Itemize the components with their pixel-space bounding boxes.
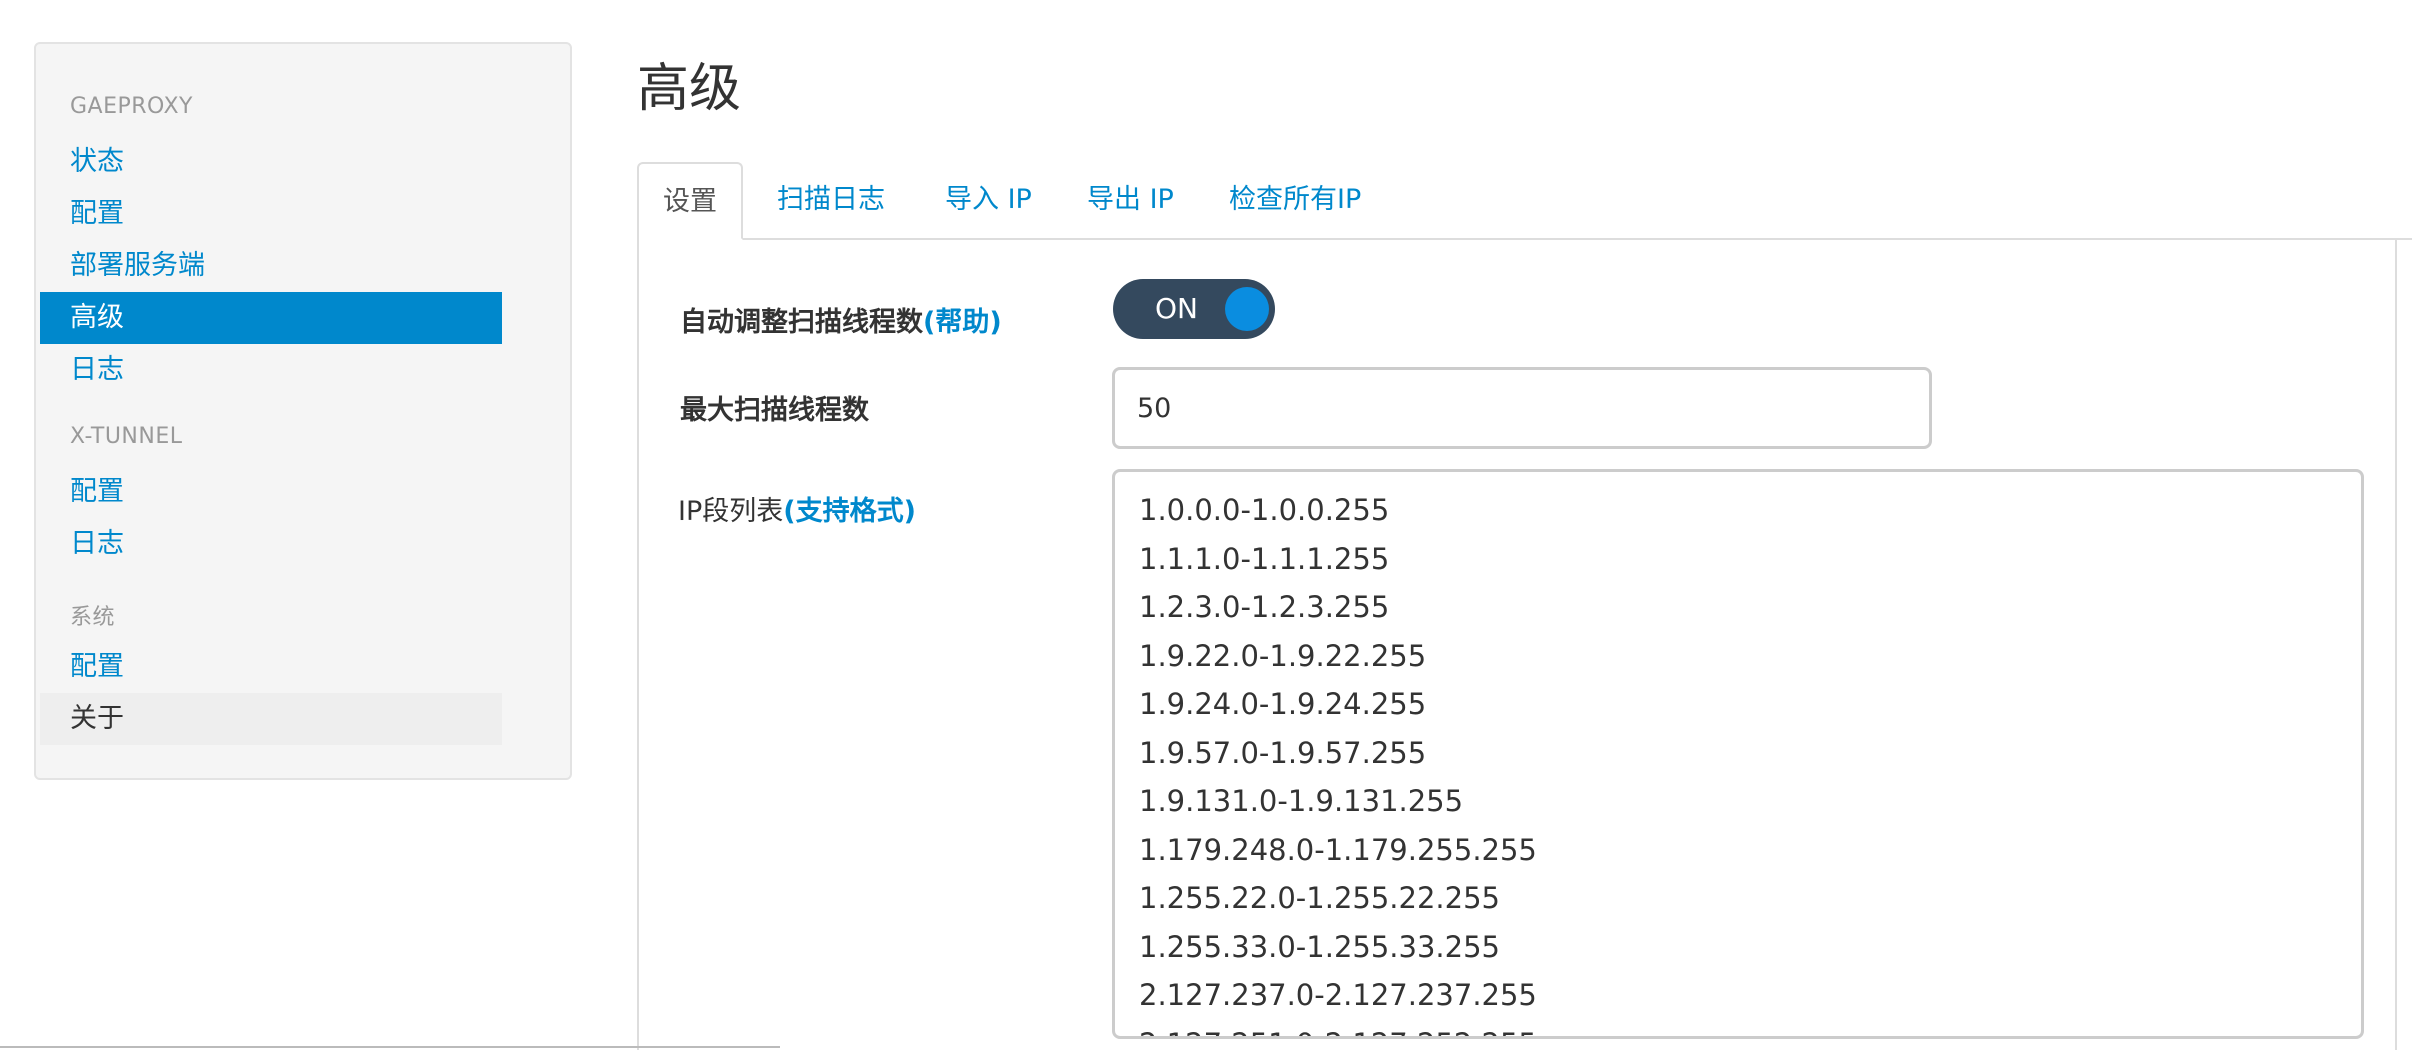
max-threads-label: 最大扫描线程数 xyxy=(680,395,869,426)
tab-check-all-ip[interactable]: 检查所有IP xyxy=(1229,162,1361,238)
toggle-state-label: ON xyxy=(1155,292,1198,325)
tab-export-ip[interactable]: 导出 IP xyxy=(1087,162,1174,238)
ip-range-label-text: IP段列表 xyxy=(678,496,784,527)
tab-scan-log[interactable]: 扫描日志 xyxy=(777,162,885,238)
tab-bar: 设置 扫描日志 导入 IP 导出 IP 检查所有IP xyxy=(637,162,2412,240)
sidebar-item-x-tunnel-log[interactable]: 日志 xyxy=(40,518,502,570)
ip-range-line: 1.179.248.0-1.179.255.255 xyxy=(1139,832,1537,867)
ip-range-line: 1.9.57.0-1.9.57.255 xyxy=(1139,735,1427,770)
ip-range-line: 1.9.24.0-1.9.24.255 xyxy=(1139,687,1427,721)
sidebar-item-x-tunnel-config[interactable]: 配置 xyxy=(40,466,502,518)
auto-adjust-toggle[interactable]: ON xyxy=(1113,279,1275,339)
sidebar-item-gaeproxy-log[interactable]: 日志 xyxy=(40,344,502,396)
ip-range-line: 1.9.131.0-1.9.131.255 xyxy=(1139,784,1464,818)
page-title: 高级 xyxy=(637,59,742,119)
ip-range-line: 1.1.1.0-1.1.1.255 xyxy=(1139,541,1390,576)
tab-import-ip[interactable]: 导入 IP xyxy=(945,162,1032,238)
max-threads-input[interactable] xyxy=(1112,367,1932,449)
sidebar-item-system-config[interactable]: 配置 xyxy=(40,641,502,693)
ip-range-line: 2.127.251.0-2.127.252.255 xyxy=(1139,1020,2337,1037)
auto-adjust-label-text: 自动调整扫描线程数 xyxy=(680,307,923,338)
nav-header-gaeproxy: GAEPROXY xyxy=(70,94,193,119)
ip-range-line: 1.0.0.0-1.0.0.255 xyxy=(1139,493,1390,527)
supported-format-link[interactable]: (支持格式) xyxy=(783,496,916,527)
auto-adjust-label: 自动调整扫描线程数(帮助) xyxy=(680,300,1002,339)
ip-range-label: IP段列表(支持格式) xyxy=(678,489,916,528)
ip-range-line: 1.9.22.0-1.9.22.255 xyxy=(1139,638,1427,673)
ip-range-textarea[interactable]: 1.0.0.0-1.0.0.255 1.1.1.0-1.1.1.255 1.2.3.… xyxy=(1112,469,2364,1039)
toggle-knob xyxy=(1225,287,1269,331)
ip-range-line: 2.127.237.0-2.127.237.255 xyxy=(1139,978,1537,1012)
ip-range-line: 1.255.33.0-1.255.33.255 xyxy=(1139,929,1500,964)
ip-range-line: 1.2.3.0-1.2.3.255 xyxy=(1139,590,1390,624)
tab-settings[interactable]: 设置 xyxy=(637,162,743,240)
ip-range-line: 1.255.22.0-1.255.22.255 xyxy=(1139,881,1500,915)
sidebar-item-gaeproxy-advanced[interactable]: 高级 xyxy=(40,292,502,344)
sidebar-item-gaeproxy-status[interactable]: 状态 xyxy=(40,136,502,188)
sidebar-item-gaeproxy-deploy-server[interactable]: 部署服务端 xyxy=(40,240,502,292)
nav-header-x-tunnel: X-TUNNEL xyxy=(70,424,183,449)
help-link[interactable]: (帮助) xyxy=(923,307,1002,338)
nav-header-system: 系统 xyxy=(70,605,116,630)
sidebar-item-gaeproxy-config[interactable]: 配置 xyxy=(40,188,502,240)
sidebar-item-system-about[interactable]: 关于 xyxy=(40,693,502,745)
